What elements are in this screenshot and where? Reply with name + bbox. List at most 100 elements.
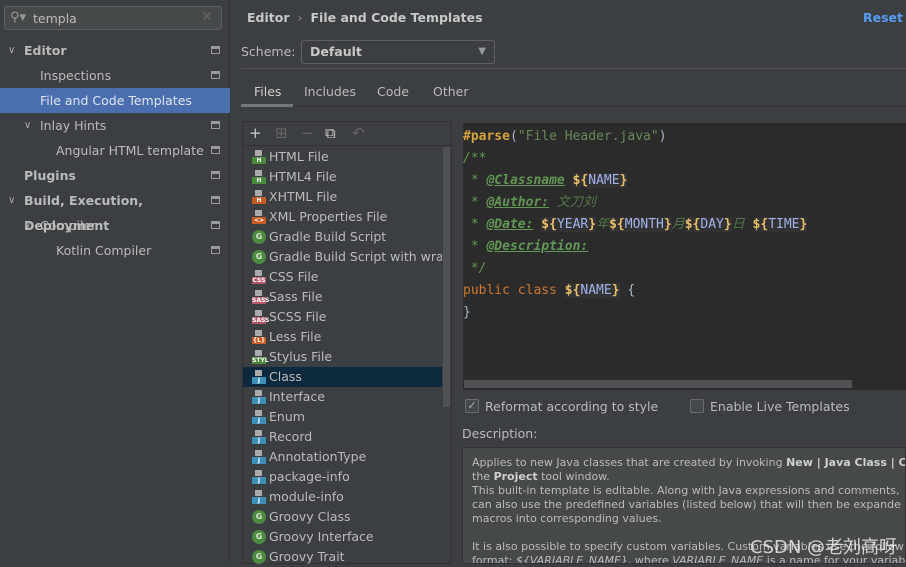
reset-icon[interactable]: ↶ bbox=[352, 124, 365, 142]
breadcrumb-parent[interactable]: Editor bbox=[247, 10, 290, 25]
code-token: "File Header.java" bbox=[517, 129, 659, 144]
desc-text: can also use the predefined variables (l… bbox=[472, 498, 901, 511]
tab-includes[interactable]: Includes bbox=[304, 84, 356, 106]
project-level-icon bbox=[211, 46, 220, 54]
sidebar-item[interactable]: ∨ Editor bbox=[0, 38, 230, 63]
template-list-item[interactable]: J Enum bbox=[243, 407, 442, 427]
code-token: @Author: bbox=[486, 195, 550, 210]
gradle-icon: G bbox=[252, 230, 266, 244]
template-list-item[interactable]: STYL Stylus File bbox=[243, 347, 442, 367]
template-list-item[interactable]: J Class bbox=[243, 367, 442, 387]
template-list-item[interactable]: G Groovy Interface bbox=[243, 527, 442, 547]
java-file-icon: J bbox=[252, 450, 266, 464]
desc-text: This built-in template is editable. Alon… bbox=[472, 484, 900, 497]
live-templates-checkbox[interactable] bbox=[690, 399, 704, 413]
desc-text: the bbox=[472, 470, 494, 483]
code-token: * bbox=[463, 195, 487, 210]
template-list-item[interactable]: CSS CSS File bbox=[243, 267, 442, 287]
breadcrumb-current: File and Code Templates bbox=[310, 10, 483, 25]
template-list-item[interactable]: G Groovy Trait bbox=[243, 547, 442, 567]
scss-file-icon: SASS bbox=[252, 310, 269, 324]
gradle-icon: G bbox=[252, 250, 266, 264]
sidebar-item[interactable]: Inspections bbox=[0, 63, 230, 88]
template-list-item[interactable]: J AnnotationType bbox=[243, 447, 442, 467]
code-token: { bbox=[627, 283, 636, 298]
tab-files[interactable]: Files bbox=[254, 84, 281, 106]
template-list-item[interactable]: J Record bbox=[243, 427, 442, 447]
remove-icon[interactable]: − bbox=[301, 124, 314, 142]
list-scrollbar[interactable] bbox=[443, 147, 450, 407]
template-list-item[interactable]: GGradle Build Script with wrapper bbox=[243, 247, 442, 267]
template-list-item[interactable]: Jpackage-info bbox=[243, 467, 442, 487]
project-level-icon bbox=[211, 146, 220, 154]
template-list-item[interactable]: H HTML4 File bbox=[243, 167, 442, 187]
description-label: Description: bbox=[462, 426, 538, 441]
project-level-icon bbox=[211, 121, 220, 129]
template-code-editor[interactable]: #parse("File Header.java") /** * @Classn… bbox=[463, 123, 906, 390]
copy-icon[interactable]: ⧉ bbox=[325, 124, 336, 142]
sidebar-item-label: Angular HTML template bbox=[56, 143, 204, 158]
chevron-down-icon[interactable]: ∨ bbox=[24, 113, 31, 138]
settings-search[interactable]: ⚲▾ ✕ bbox=[4, 6, 222, 30]
sidebar-item-label: Inspections bbox=[40, 68, 112, 83]
template-list-item[interactable]: G Groovy Class bbox=[243, 507, 442, 527]
chevron-down-icon[interactable]: ∨ bbox=[8, 188, 15, 213]
clear-search-icon[interactable]: ✕ bbox=[201, 9, 213, 25]
template-name: Enum bbox=[269, 409, 305, 424]
search-input[interactable] bbox=[33, 9, 193, 27]
template-name: CSS File bbox=[269, 269, 319, 284]
template-list-item[interactable]: SASS Sass File bbox=[243, 287, 442, 307]
desc-text: format: bbox=[472, 554, 516, 564]
desc-text: tool window. bbox=[537, 470, 610, 483]
template-list-item[interactable]: J Interface bbox=[243, 387, 442, 407]
template-list-item[interactable]: G Gradle Build Script bbox=[243, 227, 442, 247]
sidebar-item[interactable]: File and Code Templates bbox=[0, 88, 230, 113]
template-name: Groovy Trait bbox=[269, 549, 345, 564]
tab-other[interactable]: Other bbox=[433, 84, 469, 106]
template-list-item[interactable]: {L} Less File bbox=[243, 327, 442, 347]
chevron-down-icon[interactable]: ∨ bbox=[24, 213, 31, 238]
sidebar-item[interactable]: ∨ Build, Execution, Deployment bbox=[0, 188, 230, 233]
template-name: Groovy Interface bbox=[269, 529, 374, 544]
reformat-label[interactable]: Reformat according to style bbox=[485, 399, 658, 414]
code-line: } bbox=[463, 305, 471, 320]
reformat-checkbox[interactable]: ✓ bbox=[465, 399, 479, 413]
tab-code[interactable]: Code bbox=[377, 84, 409, 106]
code-token: 日 bbox=[731, 217, 753, 232]
reset-link[interactable]: Reset bbox=[863, 10, 903, 25]
add-icon[interactable]: + bbox=[249, 124, 262, 142]
template-list-item[interactable]: H HTML File bbox=[243, 147, 442, 167]
search-icon: ⚲▾ bbox=[10, 10, 27, 25]
template-name: Groovy Class bbox=[269, 509, 351, 524]
add-child-icon[interactable]: ⊞ bbox=[275, 124, 288, 142]
xml-file-icon: <> bbox=[252, 210, 266, 224]
template-list-item[interactable]: H XHTML File bbox=[243, 187, 442, 207]
template-list-item[interactable]: SASS SCSS File bbox=[243, 307, 442, 327]
sidebar-item[interactable]: ∨ Inlay Hints bbox=[0, 113, 230, 138]
template-name: Record bbox=[269, 429, 313, 444]
groovy-icon: G bbox=[252, 530, 266, 544]
sidebar-item[interactable]: Plugins bbox=[0, 163, 230, 188]
project-level-icon bbox=[211, 196, 220, 204]
sidebar-item-label: File and Code Templates bbox=[40, 93, 192, 108]
code-line: /** bbox=[463, 151, 487, 166]
sass-file-icon: SASS bbox=[252, 290, 269, 304]
sidebar-item[interactable]: ∨ Compiler bbox=[0, 213, 230, 238]
template-name: Interface bbox=[269, 389, 325, 404]
sidebar-item-label: Inlay Hints bbox=[40, 118, 107, 133]
chevron-down-icon[interactable]: ∨ bbox=[8, 38, 15, 63]
template-variable: ${TIME} bbox=[752, 217, 808, 232]
groovy-icon: G bbox=[252, 510, 266, 524]
code-token: @Date: bbox=[486, 217, 534, 232]
tabs-divider bbox=[241, 106, 906, 107]
editor-horizontal-scrollbar[interactable] bbox=[464, 380, 852, 388]
desc-text: ${VARIABLE_NAME} bbox=[515, 554, 628, 564]
sidebar-item[interactable]: Angular HTML template bbox=[0, 138, 230, 163]
template-list-item[interactable]: Jmodule-info bbox=[243, 487, 442, 507]
template-name: Less File bbox=[269, 329, 322, 344]
live-templates-label[interactable]: Enable Live Templates bbox=[710, 399, 850, 414]
scheme-dropdown[interactable]: Default ▼ bbox=[301, 40, 495, 64]
template-list-item[interactable]: <> XML Properties File bbox=[243, 207, 442, 227]
sidebar-item[interactable]: Kotlin Compiler bbox=[0, 238, 230, 263]
html-file-icon: H bbox=[252, 190, 266, 204]
